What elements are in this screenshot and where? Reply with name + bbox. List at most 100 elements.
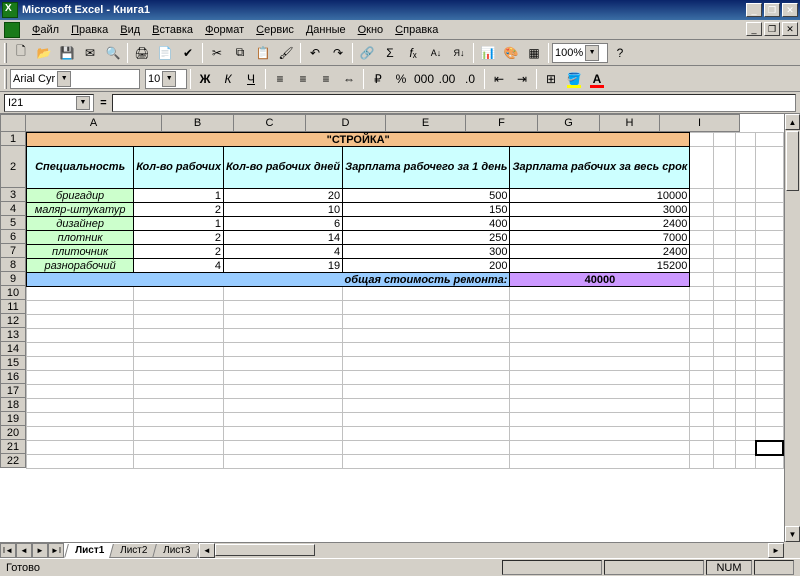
data-cell[interactable]: 200 bbox=[343, 259, 510, 273]
chevron-down-icon[interactable]: ▼ bbox=[76, 96, 90, 110]
font-color-icon[interactable]: A bbox=[586, 68, 608, 90]
format-painter-icon[interactable]: 🖌 bbox=[275, 42, 297, 64]
increase-decimal-icon[interactable]: .00 bbox=[436, 68, 458, 90]
doc-restore-button[interactable]: ❐ bbox=[764, 22, 780, 36]
menu-данные[interactable]: Данные bbox=[300, 22, 352, 38]
data-cell[interactable]: 2 bbox=[134, 203, 224, 217]
minimize-button[interactable]: _ bbox=[746, 3, 762, 17]
paste-icon[interactable]: 📋 bbox=[252, 42, 274, 64]
align-center-icon[interactable]: ≡ bbox=[292, 68, 314, 90]
percent-icon[interactable]: % bbox=[390, 68, 412, 90]
merge-center-icon[interactable]: ⇔ bbox=[338, 68, 360, 90]
row-header-4[interactable]: 4 bbox=[0, 202, 26, 216]
horizontal-scrollbar[interactable]: ◄ ► bbox=[199, 543, 784, 558]
doc-close-button[interactable]: ✕ bbox=[782, 22, 798, 36]
bold-icon[interactable]: Ж bbox=[194, 68, 216, 90]
close-button[interactable]: ✕ bbox=[782, 3, 798, 17]
undo-icon[interactable]: ↶ bbox=[304, 42, 326, 64]
data-cell[interactable]: 1 bbox=[134, 189, 224, 203]
row-header-19[interactable]: 19 bbox=[0, 412, 26, 426]
scroll-thumb[interactable] bbox=[786, 131, 799, 191]
decrease-indent-icon[interactable]: ⇤ bbox=[488, 68, 510, 90]
row-header-8[interactable]: 8 bbox=[0, 258, 26, 272]
borders-icon[interactable]: ⊞ bbox=[540, 68, 562, 90]
menu-файл[interactable]: Файл bbox=[26, 22, 65, 38]
mail-icon[interactable]: ✉ bbox=[79, 42, 101, 64]
menu-вставка[interactable]: Вставка bbox=[146, 22, 199, 38]
column-header[interactable]: Специальность bbox=[27, 147, 134, 189]
col-header-A[interactable]: A bbox=[26, 114, 162, 132]
scroll-right-icon[interactable]: ► bbox=[768, 543, 784, 558]
menu-формат[interactable]: Формат bbox=[199, 22, 250, 38]
data-cell[interactable]: 500 bbox=[343, 189, 510, 203]
select-all-corner[interactable] bbox=[0, 114, 26, 132]
cells-area[interactable]: "СТРОЙКА"СпециальностьКол-во рабочихКол-… bbox=[26, 132, 784, 542]
row-header-7[interactable]: 7 bbox=[0, 244, 26, 258]
align-right-icon[interactable]: ≡ bbox=[315, 68, 337, 90]
copy-icon[interactable]: ⧉ bbox=[229, 42, 251, 64]
chevron-down-icon[interactable]: ▼ bbox=[57, 71, 71, 87]
sort-asc-icon[interactable]: А↓ bbox=[425, 42, 447, 64]
row-header-3[interactable]: 3 bbox=[0, 188, 26, 202]
hyperlink-icon[interactable]: 🔗 bbox=[356, 42, 378, 64]
data-cell[interactable]: 4 bbox=[134, 259, 224, 273]
scroll-up-icon[interactable]: ▲ bbox=[785, 114, 800, 130]
spec-cell[interactable]: плотник bbox=[27, 231, 134, 245]
row-header-16[interactable]: 16 bbox=[0, 370, 26, 384]
row-header-10[interactable]: 10 bbox=[0, 286, 26, 300]
data-cell[interactable]: 2 bbox=[134, 245, 224, 259]
row-header-2[interactable]: 2 bbox=[0, 146, 26, 188]
print-icon[interactable]: 🖨 bbox=[131, 42, 153, 64]
autosum-icon[interactable]: Σ bbox=[379, 42, 401, 64]
data-cell[interactable]: 19 bbox=[224, 259, 343, 273]
fontsize-combo[interactable]: 10▼ bbox=[145, 69, 187, 89]
data-cell[interactable]: 20 bbox=[224, 189, 343, 203]
scroll-thumb[interactable] bbox=[215, 544, 315, 556]
column-header[interactable]: Зарплата рабочего за 1 день bbox=[343, 147, 510, 189]
preview-icon[interactable]: 📄 bbox=[154, 42, 176, 64]
search-icon[interactable]: 🔍 bbox=[102, 42, 124, 64]
function-icon[interactable]: fₓ bbox=[402, 42, 424, 64]
menu-окно[interactable]: Окно bbox=[352, 22, 390, 38]
toolbar-grip[interactable] bbox=[4, 43, 7, 63]
table-title[interactable]: "СТРОЙКА" bbox=[27, 133, 690, 147]
data-cell[interactable]: 15200 bbox=[510, 259, 690, 273]
sheet-tab[interactable]: Лист1 bbox=[64, 544, 115, 558]
new-icon[interactable]: 🗋 bbox=[10, 42, 32, 64]
spellcheck-icon[interactable]: ✔ bbox=[177, 42, 199, 64]
vertical-scrollbar[interactable]: ▲ ▼ bbox=[784, 114, 800, 542]
row-header-20[interactable]: 20 bbox=[0, 426, 26, 440]
data-cell[interactable]: 1 bbox=[134, 217, 224, 231]
data-cell[interactable]: 7000 bbox=[510, 231, 690, 245]
drawing-icon[interactable]: 🎨 bbox=[500, 42, 522, 64]
decrease-decimal-icon[interactable]: .0 bbox=[459, 68, 481, 90]
restore-button[interactable]: ❐ bbox=[764, 3, 780, 17]
chart-icon[interactable]: 📊 bbox=[477, 42, 499, 64]
row-header-15[interactable]: 15 bbox=[0, 356, 26, 370]
spec-cell[interactable]: дизайнер bbox=[27, 217, 134, 231]
col-header-E[interactable]: E bbox=[386, 114, 466, 132]
column-header[interactable]: Кол-во рабочих дней bbox=[224, 147, 343, 189]
doc-minimize-button[interactable]: _ bbox=[746, 22, 762, 36]
tab-first-icon[interactable]: I◄ bbox=[0, 543, 16, 558]
sheet-tab[interactable]: Лист3 bbox=[153, 544, 202, 558]
spec-cell[interactable]: разнорабочий bbox=[27, 259, 134, 273]
row-header-12[interactable]: 12 bbox=[0, 314, 26, 328]
currency-icon[interactable]: ₽ bbox=[367, 68, 389, 90]
col-header-C[interactable]: C bbox=[234, 114, 306, 132]
row-header-17[interactable]: 17 bbox=[0, 384, 26, 398]
row-header-6[interactable]: 6 bbox=[0, 230, 26, 244]
spec-cell[interactable]: маляр-штукатур bbox=[27, 203, 134, 217]
data-cell[interactable]: 10 bbox=[224, 203, 343, 217]
data-cell[interactable]: 2400 bbox=[510, 245, 690, 259]
data-cell[interactable]: 300 bbox=[343, 245, 510, 259]
data-cell[interactable]: 250 bbox=[343, 231, 510, 245]
scroll-down-icon[interactable]: ▼ bbox=[785, 526, 800, 542]
tab-next-icon[interactable]: ► bbox=[32, 543, 48, 558]
fill-color-icon[interactable]: 🪣 bbox=[563, 68, 585, 90]
column-header[interactable]: Зарплата рабочих за весь срок bbox=[510, 147, 690, 189]
row-header-21[interactable]: 21 bbox=[0, 440, 26, 454]
col-header-D[interactable]: D bbox=[306, 114, 386, 132]
row-header-18[interactable]: 18 bbox=[0, 398, 26, 412]
col-header-I[interactable]: I bbox=[660, 114, 740, 132]
